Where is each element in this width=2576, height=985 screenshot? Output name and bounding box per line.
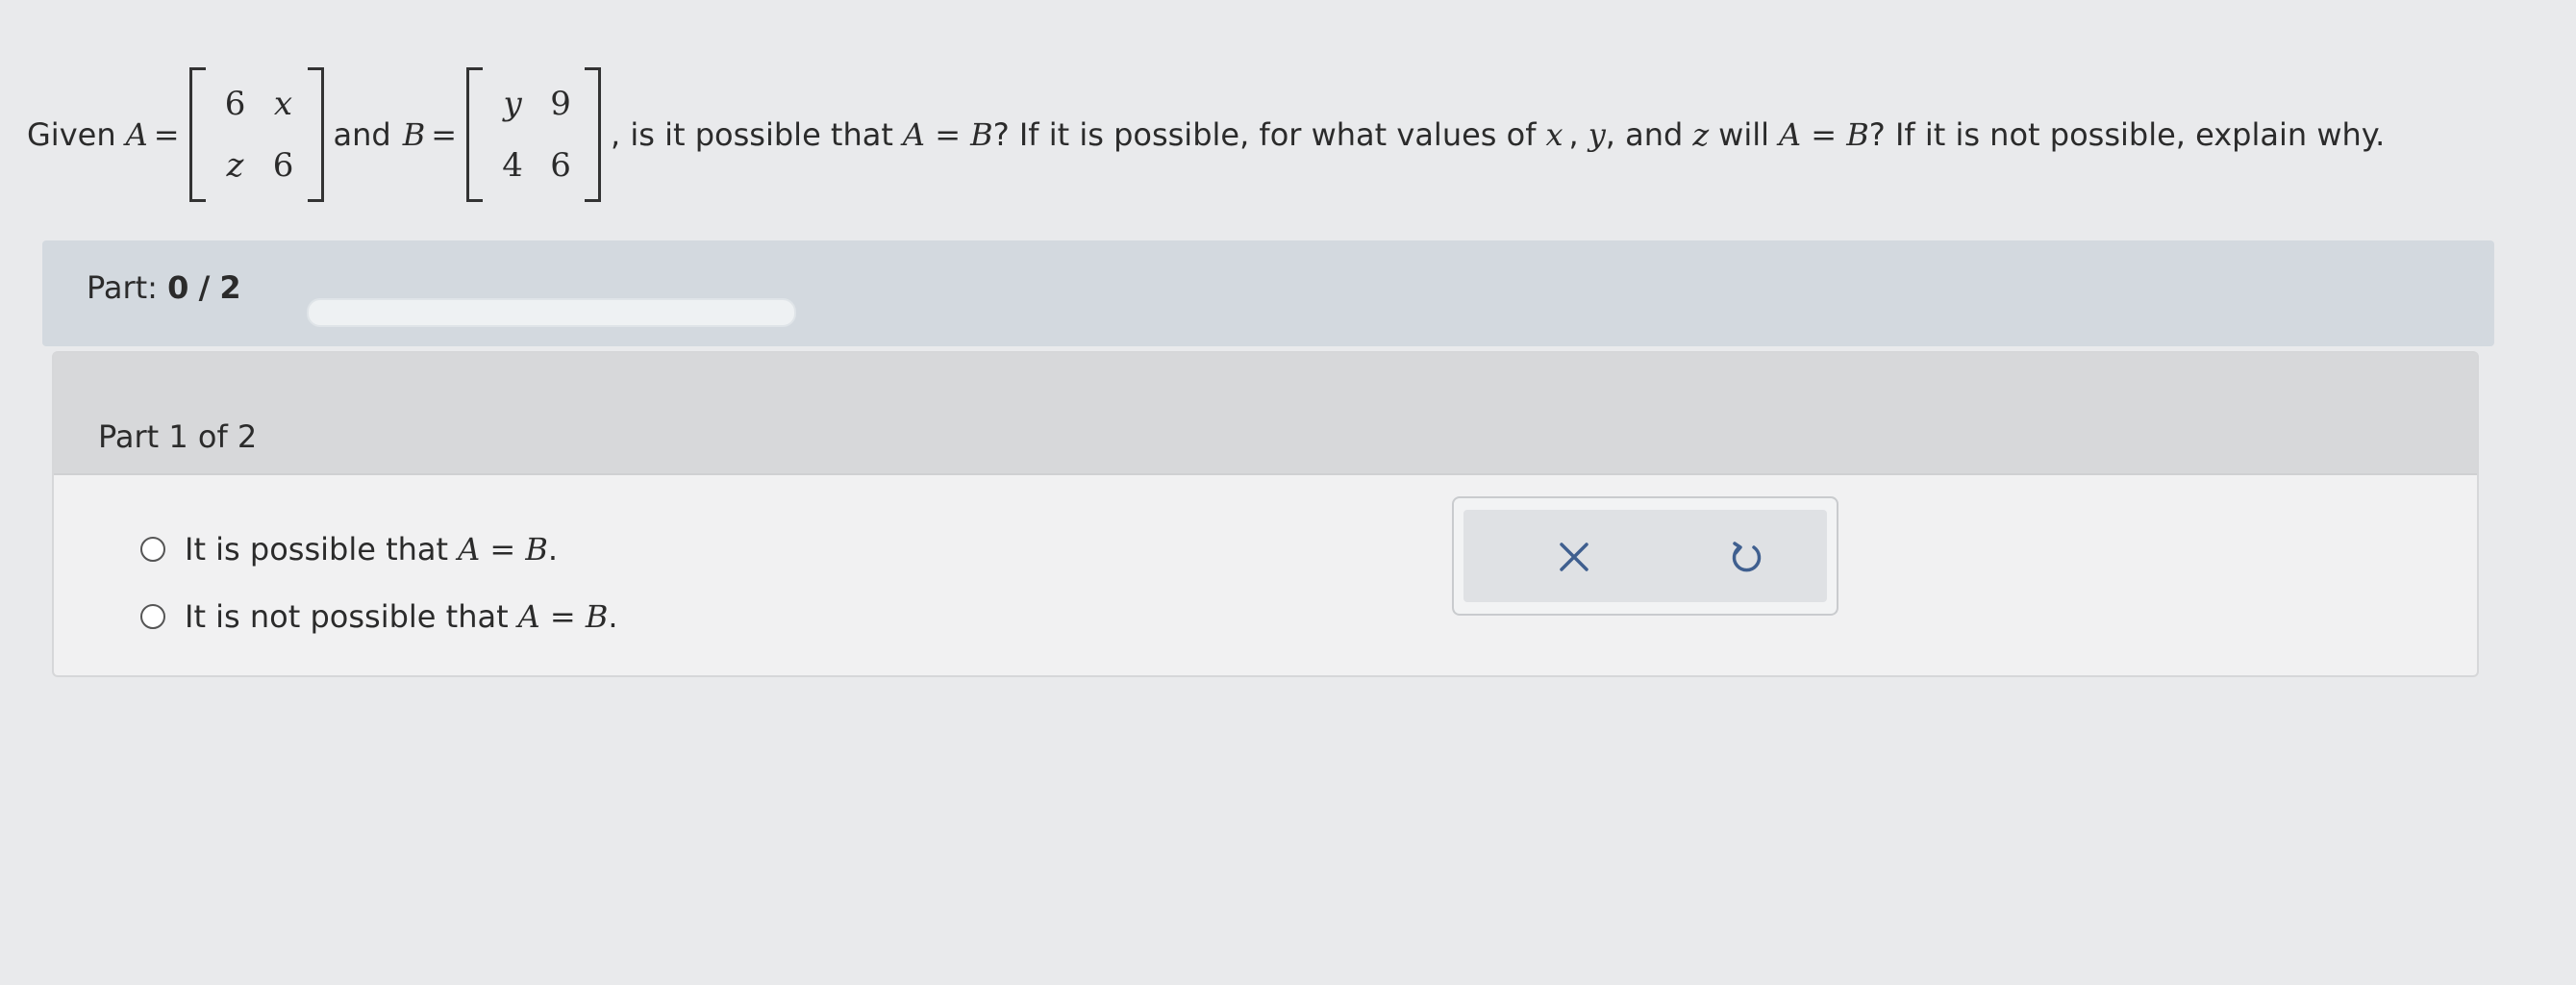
matrix-a-cell: 6 xyxy=(272,146,294,185)
part-current: 0 xyxy=(167,269,189,306)
option-suffix: . xyxy=(547,531,559,568)
var-b: B xyxy=(402,116,426,153)
equals-a: = xyxy=(153,116,180,153)
question-comma-2: , and xyxy=(1605,116,1684,153)
part-title: Part 1 of 2 xyxy=(98,418,258,455)
question-text-4: ? If it is not possible, explain why. xyxy=(1868,116,2386,153)
part-progress-label: Part: 0 / 2 xyxy=(87,269,241,306)
answer-actions xyxy=(1452,496,1838,616)
part-card: Part 1 of 2 It is possible that A = B . … xyxy=(52,351,2479,677)
question-text-1: , is it possible that xyxy=(611,116,893,153)
question-and: and xyxy=(333,116,391,153)
option-math: A = B xyxy=(517,598,609,635)
close-icon xyxy=(1560,543,1588,571)
question-text: Given A = 6 x z 6 and B = y 9 4 6 , is i… xyxy=(27,67,2385,202)
question-text-3: will xyxy=(1718,116,1770,153)
matrix-a-cell: x xyxy=(273,85,293,123)
var-z: z xyxy=(1692,116,1710,153)
undo-button[interactable] xyxy=(1713,523,1781,591)
radio-button[interactable] xyxy=(140,604,165,629)
option-text: It is not possible that xyxy=(185,598,509,635)
option-math: A = B xyxy=(458,531,548,568)
progress-track xyxy=(307,298,796,327)
matrix-b-cell: 6 xyxy=(550,146,571,185)
matrix-a-cell: 6 xyxy=(224,85,246,123)
part-card-header: Part 1 of 2 xyxy=(54,353,2477,475)
option-text: It is possible that xyxy=(185,531,449,568)
undo-icon xyxy=(1732,542,1762,572)
matrix-a: 6 x z 6 xyxy=(188,67,324,202)
var-a: A xyxy=(125,116,148,153)
equals-b: = xyxy=(431,116,458,153)
radio-button[interactable] xyxy=(140,537,165,562)
question-given: Given xyxy=(27,116,116,153)
part-label-text: Part: xyxy=(87,269,158,306)
part-total: 2 xyxy=(219,269,241,306)
option-suffix: . xyxy=(608,598,618,635)
clear-button[interactable] xyxy=(1540,523,1608,591)
part-separator: / xyxy=(198,269,211,306)
var-y: y xyxy=(1588,116,1606,153)
part-progress-bar: Part: 0 / 2 xyxy=(42,240,2494,346)
question-text-2: ? If it is possible, for what values of xyxy=(992,116,1537,153)
option-not-possible[interactable]: It is not possible that A = B . xyxy=(140,598,618,635)
matrix-b: y 9 4 6 xyxy=(466,67,602,202)
matrix-b-cell: 4 xyxy=(502,146,523,185)
answer-options: It is possible that A = B . It is not po… xyxy=(140,531,618,666)
matrix-a-cell: z xyxy=(226,146,244,185)
matrix-b-cell: y xyxy=(503,85,522,123)
question-comma-1: , xyxy=(1568,116,1579,153)
option-possible[interactable]: It is possible that A = B . xyxy=(140,531,618,568)
answer-actions-inner xyxy=(1463,510,1827,602)
question-a-eq-b-2: A = B xyxy=(1779,116,1869,153)
question-a-eq-b: A = B xyxy=(902,116,993,153)
matrix-b-cell: 9 xyxy=(550,85,571,123)
var-x: x xyxy=(1545,116,1563,153)
